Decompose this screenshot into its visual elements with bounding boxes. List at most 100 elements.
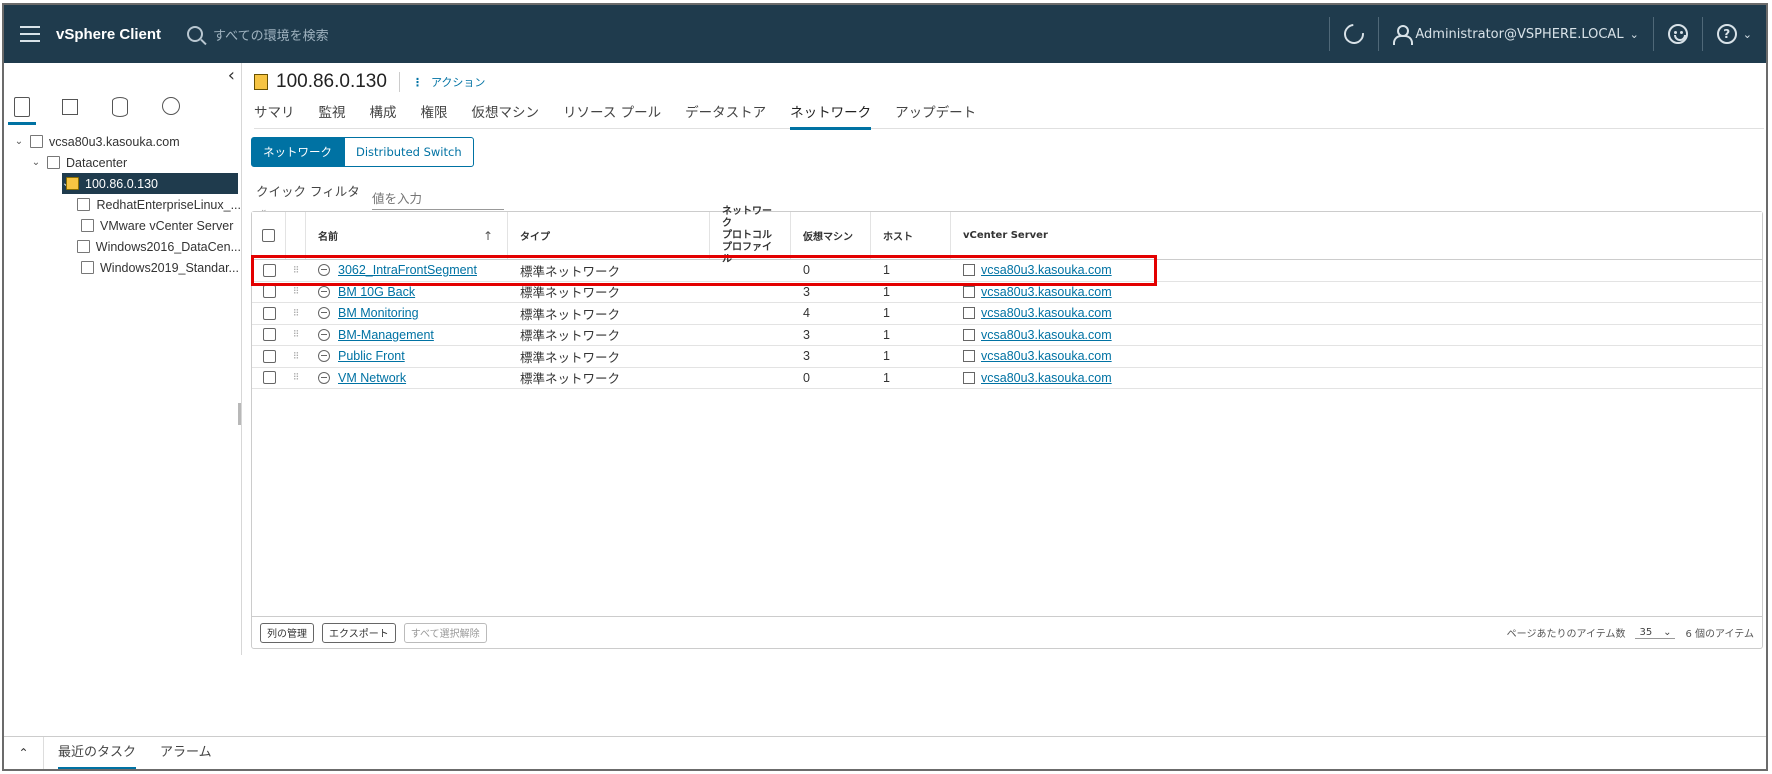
table-row[interactable]: ⠿ BM 10G Back 標準ネットワーク 3 1 vcsa80u3.kaso…: [252, 282, 1762, 303]
datacenter-icon: [47, 156, 60, 169]
networking-view-icon[interactable]: [162, 97, 182, 119]
drag-handle-icon[interactable]: ⠿: [286, 260, 306, 281]
row-checkbox[interactable]: [262, 349, 276, 363]
filter-value-input[interactable]: [372, 190, 504, 210]
tab-0[interactable]: サマリ: [254, 101, 295, 129]
column-label-type: タイプ: [520, 232, 550, 243]
app-window: vSphere Client すべての環境を検索 Administrator@V…: [2, 3, 1768, 771]
drag-handle-icon[interactable]: ⠿: [286, 325, 306, 346]
tree-node-label: 100.86.0.130: [85, 176, 158, 191]
vcenter-link[interactable]: vcsa80u3.kasouka.com: [981, 371, 1112, 385]
protocol-profile-cell: [710, 282, 791, 303]
manage-columns-button[interactable]: 列の管理: [260, 622, 314, 643]
network-name-link[interactable]: 3062_IntraFrontSegment: [338, 263, 477, 277]
deselect-all-button[interactable]: すべて選択解除: [403, 622, 487, 643]
row-checkbox[interactable]: [262, 306, 276, 320]
column-header-hosts[interactable]: ホスト: [871, 212, 951, 259]
tree-node[interactable]: VMware vCenter Server: [4, 215, 241, 236]
tree-node[interactable]: RedhatEnterpriseLinux_...: [4, 194, 241, 215]
hosts-cell: 1: [883, 370, 890, 385]
column-header-vms[interactable]: 仮想マシン: [791, 212, 871, 259]
vcenter-link[interactable]: vcsa80u3.kasouka.com: [981, 263, 1112, 277]
vcenter-link[interactable]: vcsa80u3.kasouka.com: [981, 328, 1112, 342]
feedback-button[interactable]: [1654, 5, 1702, 63]
vms-templates-view-icon[interactable]: [62, 97, 82, 119]
type-cell: 標準ネットワーク: [520, 350, 621, 365]
row-checkbox[interactable]: [262, 371, 276, 385]
table-row[interactable]: ⠿ BM Monitoring 標準ネットワーク 4 1 vcsa80u3.ka…: [252, 303, 1762, 325]
vcenter-link[interactable]: vcsa80u3.kasouka.com: [981, 285, 1112, 299]
segment-distributed-switch[interactable]: Distributed Switch: [344, 137, 474, 167]
row-checkbox[interactable]: [262, 263, 276, 277]
column-label-vms: 仮想マシン: [803, 232, 853, 243]
chevron-down-icon[interactable]: ⌄: [12, 136, 26, 147]
tree-node[interactable]: Windows2016_DataCen...: [4, 236, 241, 257]
row-checkbox[interactable]: [262, 285, 276, 299]
per-page-select[interactable]: 35 ⌄: [1635, 627, 1676, 639]
tree-node[interactable]: ⌄ Datacenter: [4, 152, 241, 173]
search-icon: [187, 26, 204, 42]
panel-resize-handle[interactable]: [238, 403, 241, 425]
tree-node[interactable]: ⌄100.86.0.130: [62, 173, 238, 194]
vcenter-cell: vcsa80u3.kasouka.com: [951, 346, 1762, 367]
tab-5[interactable]: リソース プール: [563, 101, 661, 129]
vcenter-link[interactable]: vcsa80u3.kasouka.com: [981, 349, 1112, 363]
global-search[interactable]: すべての環境を検索: [187, 25, 329, 44]
tab-3[interactable]: 権限: [421, 101, 448, 129]
hosts-clusters-view-icon[interactable]: [8, 97, 36, 125]
network-name-link[interactable]: BM 10G Back: [338, 285, 415, 299]
row-select-cell: [252, 346, 286, 367]
user-menu[interactable]: Administrator@VSPHERE.LOCAL ⌄: [1379, 5, 1652, 63]
tab-7[interactable]: ネットワーク: [790, 101, 872, 130]
vcenter-icon: [963, 264, 975, 277]
network-name-link[interactable]: BM Monitoring: [338, 306, 419, 320]
vcenter-link[interactable]: vcsa80u3.kasouka.com: [981, 306, 1112, 320]
drag-handle-icon[interactable]: ⠿: [286, 346, 306, 367]
vm-icon: [76, 240, 90, 253]
tab-6[interactable]: データストア: [685, 101, 766, 129]
chevron-down-icon[interactable]: ⌄: [29, 157, 43, 168]
column-header-name[interactable]: 名前 ↑: [306, 212, 508, 259]
actions-menu[interactable]: ⋮ アクション: [412, 74, 485, 90]
menu-icon[interactable]: [4, 5, 56, 63]
vcenter-icon: [963, 371, 975, 384]
network-name-link[interactable]: BM-Management: [338, 328, 434, 342]
column-header-vcenter[interactable]: vCenter Server: [951, 212, 1762, 259]
network-name-link[interactable]: VM Network: [338, 371, 406, 385]
tab-1[interactable]: 監視: [319, 101, 346, 129]
host-icon: [66, 177, 79, 190]
drag-handle-icon[interactable]: ⠿: [286, 303, 306, 324]
table-row[interactable]: ⠿ 3062_IntraFrontSegment 標準ネットワーク 0 1 vc…: [252, 260, 1762, 282]
tab-8[interactable]: アップデート: [895, 101, 976, 129]
row-checkbox[interactable]: [262, 328, 276, 342]
app-title[interactable]: vSphere Client: [56, 26, 161, 43]
chevron-up-icon[interactable]: ⌃: [4, 736, 44, 769]
column-header-type[interactable]: タイプ: [508, 212, 710, 259]
drag-handle-icon[interactable]: ⠿: [286, 368, 306, 389]
type-cell: 標準ネットワーク: [520, 307, 621, 322]
tab-4[interactable]: 仮想マシン: [472, 101, 540, 129]
recent-tasks-tab[interactable]: 最近のタスク: [58, 737, 137, 769]
table-row[interactable]: ⠿ BM-Management 標準ネットワーク 3 1 vcsa80u3.ka…: [252, 325, 1762, 346]
segment-networks[interactable]: ネットワーク: [251, 137, 344, 167]
network-name-link[interactable]: Public Front: [338, 349, 405, 363]
select-all-checkbox[interactable]: [262, 229, 275, 242]
table-row[interactable]: ⠿ VM Network 標準ネットワーク 0 1 vcsa80u3.kasou…: [252, 368, 1762, 389]
alarms-tab[interactable]: アラーム: [160, 737, 212, 770]
export-button[interactable]: エクスポート: [322, 622, 396, 643]
storage-view-icon[interactable]: [112, 97, 132, 119]
tree-node[interactable]: ⌄ vcsa80u3.kasouka.com: [4, 131, 241, 152]
column-header-protocol-profile[interactable]: ネットワーク プロトコル プロファイル: [710, 206, 791, 265]
hosts-cell: 1: [883, 284, 890, 299]
vcenter-icon: [963, 350, 975, 363]
collapse-panel-icon[interactable]: ‹: [228, 65, 235, 86]
tree-node[interactable]: Windows2019_Standar...: [4, 257, 241, 278]
refresh-button[interactable]: [1330, 5, 1378, 63]
vcenter-cell: vcsa80u3.kasouka.com: [951, 368, 1762, 389]
drag-handle-icon[interactable]: ⠿: [286, 282, 306, 303]
help-menu[interactable]: ? ⌄: [1703, 5, 1766, 63]
table-row[interactable]: ⠿ Public Front 標準ネットワーク 3 1 vcsa80u3.kas…: [252, 346, 1762, 368]
tab-2[interactable]: 構成: [370, 101, 397, 129]
user-icon: [1393, 25, 1414, 45]
vm-icon: [81, 219, 94, 232]
